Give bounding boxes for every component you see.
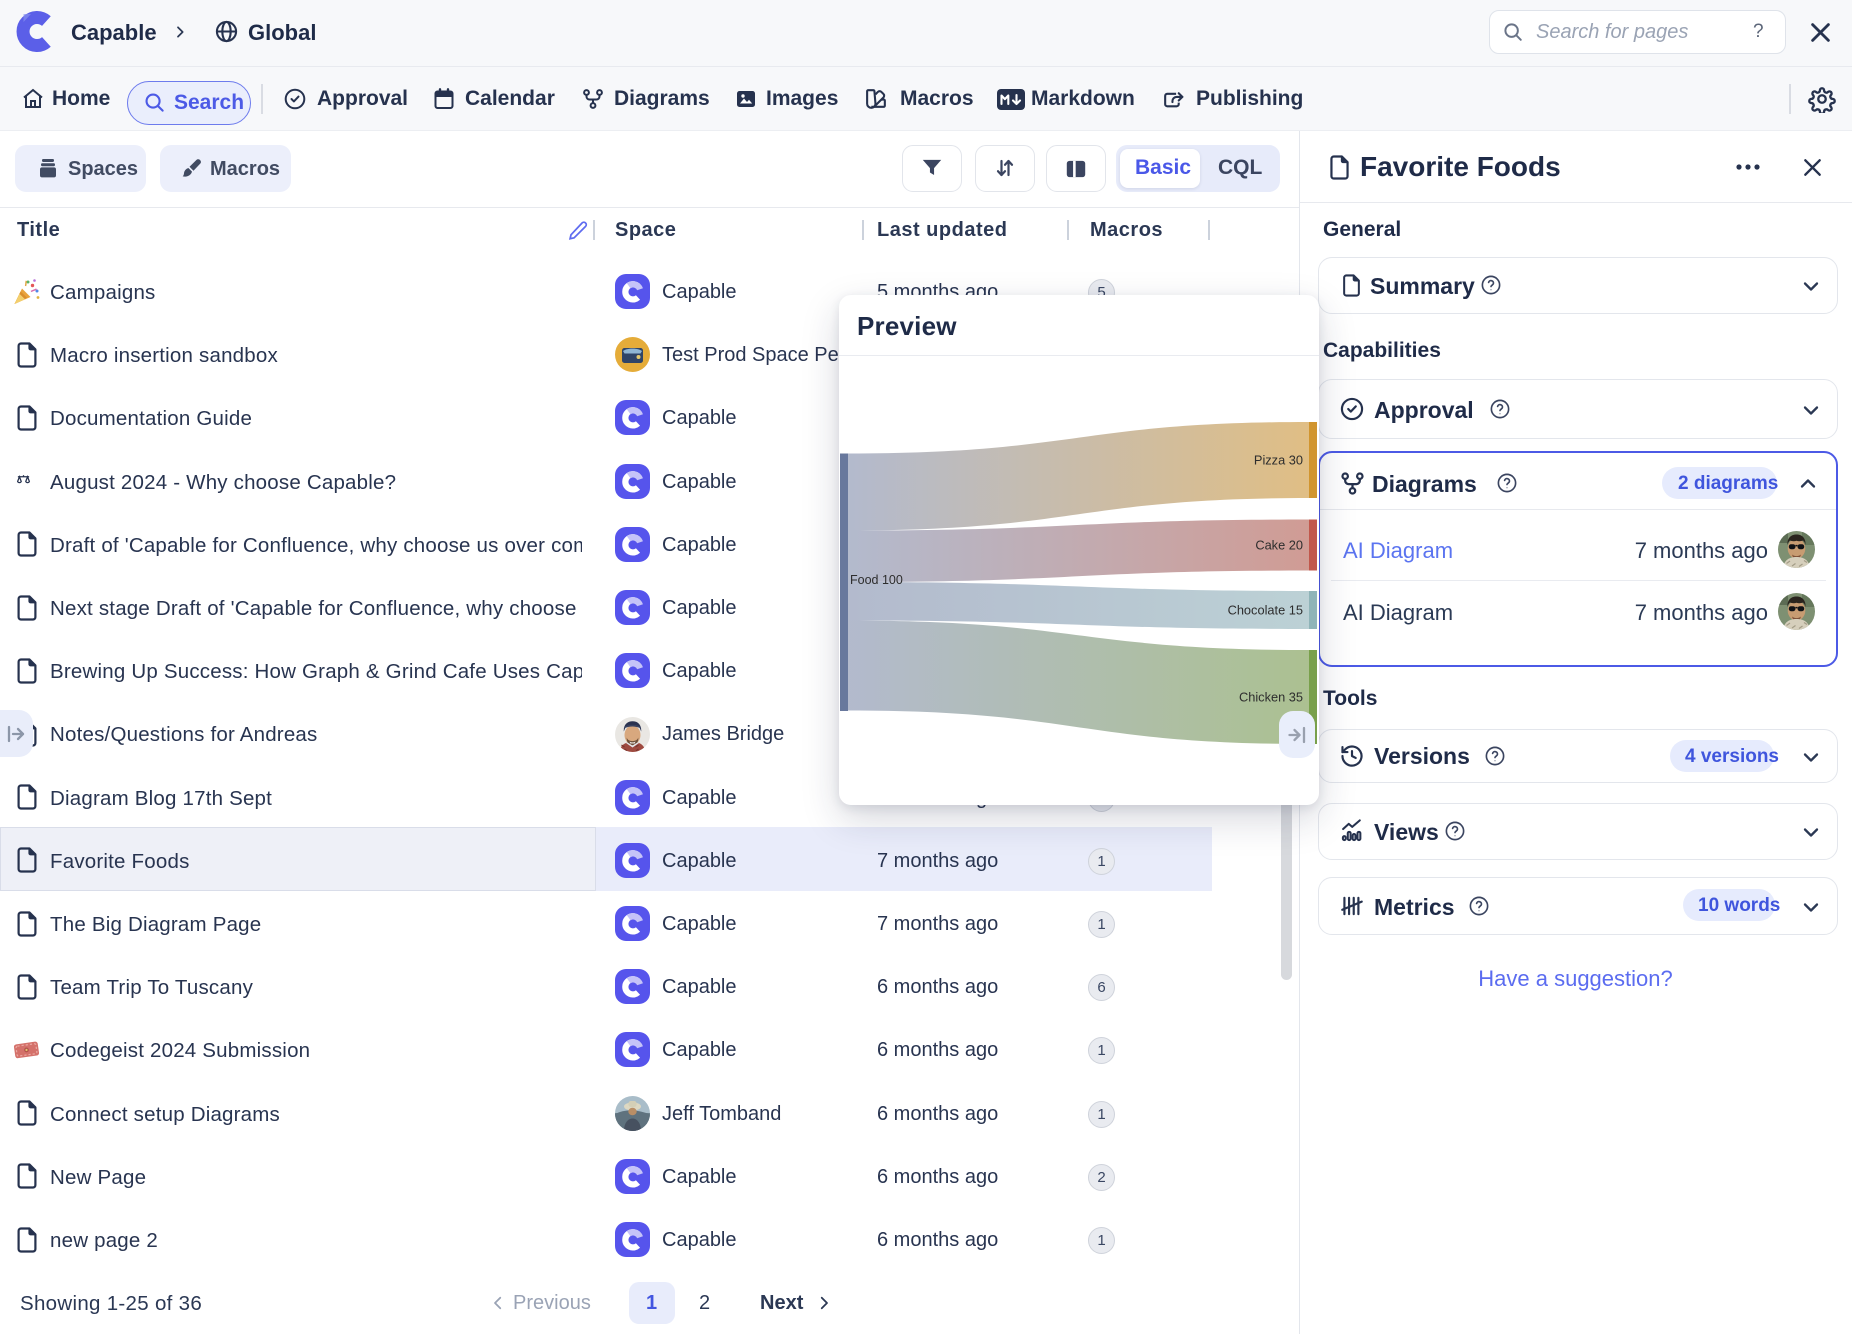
svg-text:Food 100: Food 100 (850, 573, 903, 587)
svg-text:Chocolate 15: Chocolate 15 (1228, 603, 1303, 618)
svg-text:Pizza 30: Pizza 30 (1254, 453, 1303, 468)
svg-text:Chicken 35: Chicken 35 (1239, 690, 1303, 705)
svg-text:Cake 20: Cake 20 (1255, 538, 1303, 553)
